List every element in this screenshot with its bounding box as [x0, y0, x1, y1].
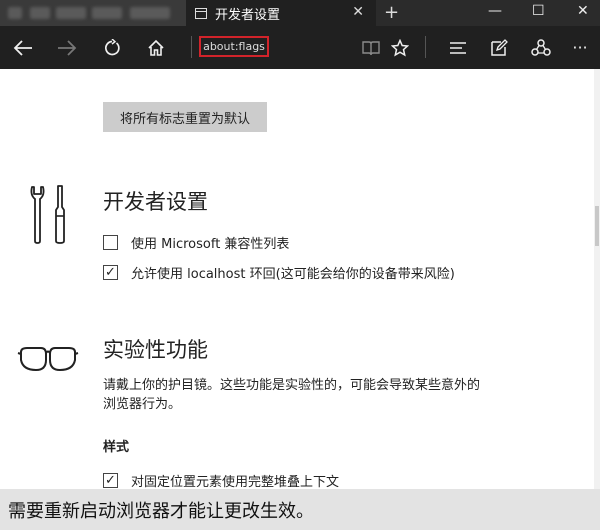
restart-notice: 需要重新启动浏览器才能让更改生效。	[0, 489, 600, 530]
nav-bar: about:flags ···	[0, 26, 600, 69]
tab-developer-settings[interactable]: 开发者设置 ✕	[186, 0, 376, 26]
option-full-stacking-context[interactable]: ✓ 对固定位置元素使用完整堆叠上下文	[103, 471, 339, 490]
window-close-icon[interactable]: ✕	[577, 3, 589, 19]
style-heading: 样式	[103, 440, 130, 455]
hub-icon[interactable]	[447, 26, 469, 69]
checkbox-compat-list[interactable]	[103, 235, 118, 250]
option-label: 对固定位置元素使用完整堆叠上下文	[131, 475, 340, 490]
nav-separator	[425, 36, 426, 58]
nav-separator	[191, 36, 192, 58]
address-bar[interactable]: about:flags	[199, 36, 269, 57]
tab-blurred[interactable]	[0, 0, 186, 26]
new-tab-icon[interactable]: +	[384, 2, 399, 23]
option-compat-list[interactable]: 使用 Microsoft 兼容性列表	[103, 233, 289, 252]
maximize-icon[interactable]: ☐	[532, 3, 545, 19]
tools-icon	[30, 185, 65, 244]
reading-view-icon[interactable]	[360, 26, 382, 69]
home-icon[interactable]	[144, 26, 168, 69]
goggles-icon	[17, 347, 79, 372]
experimental-description: 请戴上你的护目镜。这些功能是实验性的，可能会导致某些意外的浏览器行为。	[103, 378, 481, 412]
web-note-icon[interactable]	[488, 26, 510, 69]
more-icon[interactable]: ···	[568, 26, 592, 69]
experimental-features-title: 实验性功能	[103, 338, 208, 362]
checkbox-localhost-loopback[interactable]: ✓	[103, 265, 118, 280]
tab-title: 开发者设置	[215, 7, 281, 23]
refresh-icon[interactable]	[100, 26, 124, 69]
scrollbar-track[interactable]	[594, 69, 600, 489]
option-localhost-loopback[interactable]: ✓ 允许使用 localhost 环回(这可能会给你的设备带来风险)	[103, 263, 455, 282]
reset-all-flags-button[interactable]: 将所有标志重置为默认	[103, 102, 267, 132]
back-icon[interactable]	[10, 26, 36, 69]
favorite-star-icon[interactable]	[389, 26, 411, 69]
option-label: 使用 Microsoft 兼容性列表	[131, 237, 290, 252]
share-icon[interactable]	[529, 26, 553, 69]
developer-settings-title: 开发者设置	[103, 190, 208, 214]
minimize-icon[interactable]: —	[488, 3, 502, 19]
title-bar: 开发者设置 ✕ + — ☐ ✕	[0, 0, 600, 26]
page-icon	[195, 7, 207, 19]
forward-icon[interactable]	[54, 26, 80, 69]
scrollbar-thumb[interactable]	[595, 206, 599, 246]
checkbox-full-stacking-context[interactable]: ✓	[103, 473, 118, 488]
restart-notice-text: 需要重新启动浏览器才能让更改生效。	[8, 500, 314, 522]
close-tab-icon[interactable]: ✕	[352, 4, 364, 20]
option-label: 允许使用 localhost 环回(这可能会给你的设备带来风险)	[131, 267, 455, 282]
